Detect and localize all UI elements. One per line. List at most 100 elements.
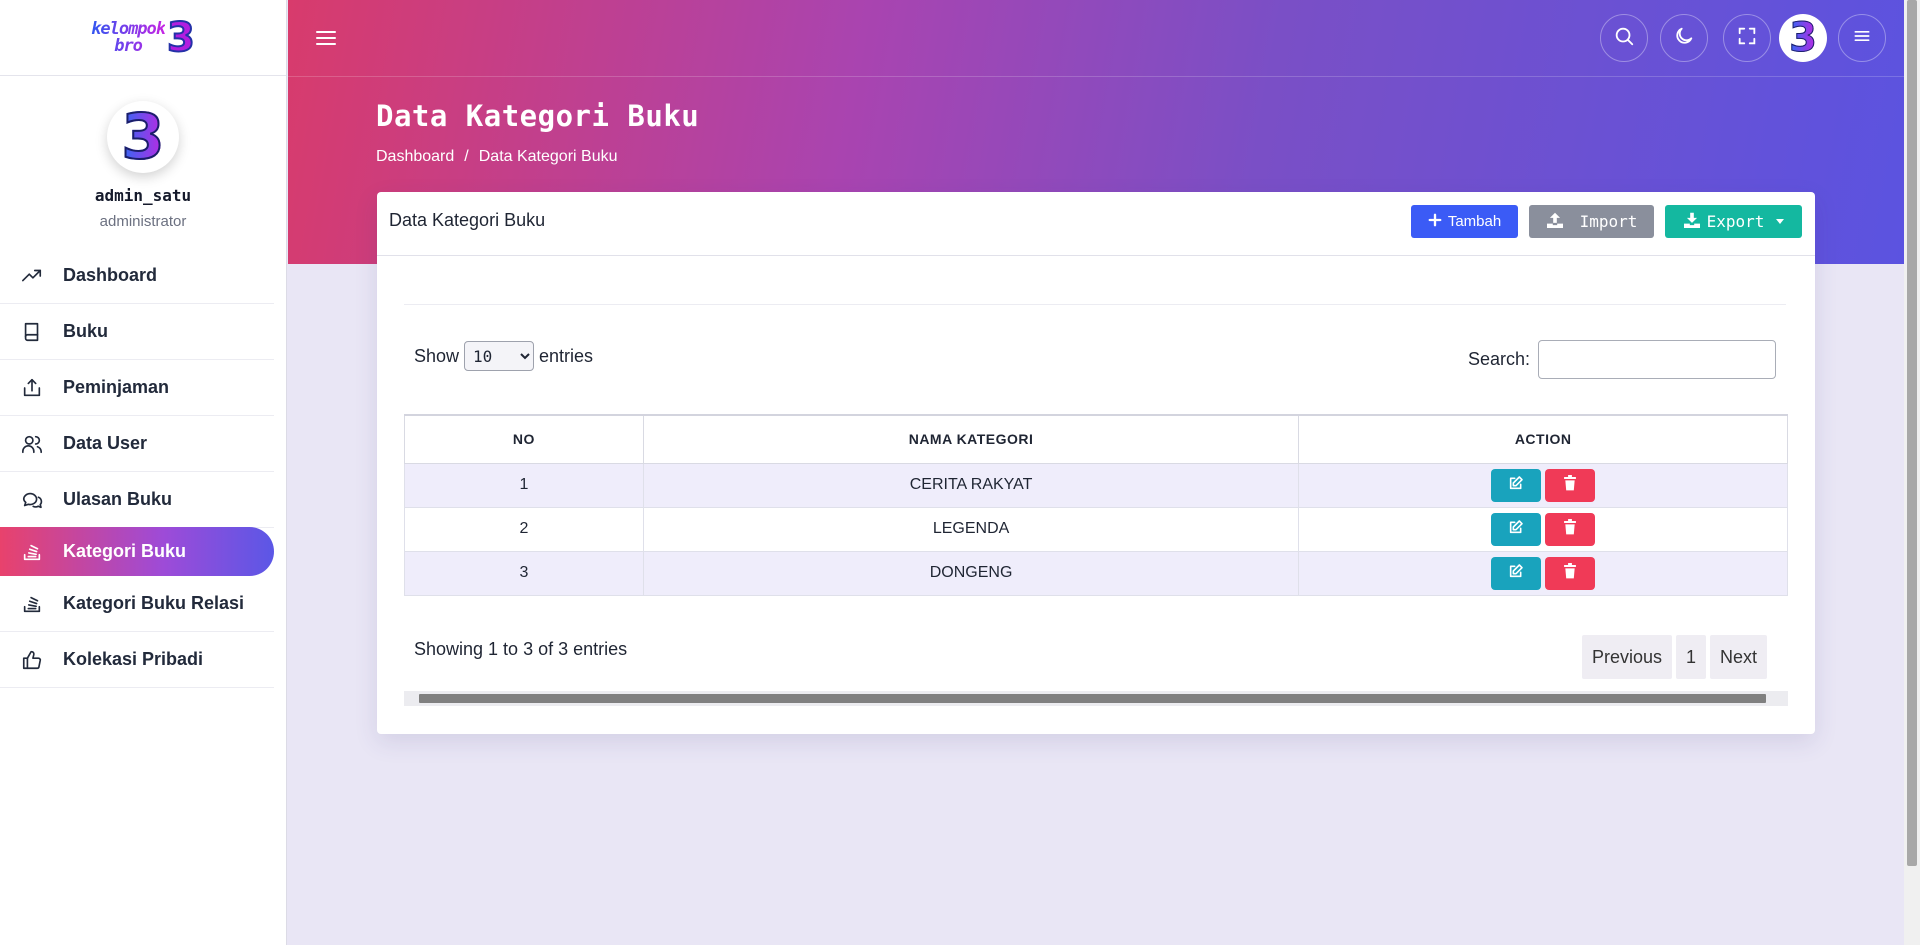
user-role: administrator xyxy=(99,213,187,230)
username: admin_satu xyxy=(94,186,192,205)
pagination: Previous 1 Next xyxy=(1582,635,1768,679)
show-label: Show xyxy=(414,345,460,366)
trash-icon xyxy=(1563,562,1577,584)
delete-button[interactable] xyxy=(1545,468,1596,502)
upload-icon xyxy=(20,376,44,400)
dark-mode-toggle[interactable] xyxy=(1660,14,1708,62)
plus-icon xyxy=(1428,213,1442,231)
export-button-label: Export xyxy=(1706,212,1765,231)
sidebar-item-buku[interactable]: Buku xyxy=(0,304,274,360)
avatar-glyph: 3 xyxy=(120,100,165,173)
card-title: Data Kategori Buku xyxy=(389,210,546,230)
trash-icon xyxy=(1563,474,1577,496)
import-button-label: Import xyxy=(1579,212,1638,231)
sidebar-item-kategori-buku-relasi[interactable]: Kategori Buku Relasi xyxy=(0,576,274,632)
edit-icon xyxy=(1508,519,1524,540)
sidebar: kelompok bro 3 3 admin_satu administrato… xyxy=(0,0,287,945)
avatar[interactable]: 3 xyxy=(107,101,179,173)
column-header-action: ACTION xyxy=(1298,414,1788,464)
divider xyxy=(404,304,1786,305)
more-menu-icon xyxy=(1852,26,1872,51)
brand-logo[interactable]: kelompok bro 3 xyxy=(0,0,286,76)
breadcrumb-home-link[interactable]: Dashboard xyxy=(376,148,454,166)
table-header-row: NO NAMA KATEGORI ACTION xyxy=(404,414,1788,464)
column-header-no[interactable]: NO xyxy=(404,414,644,464)
add-button-label: Tambah xyxy=(1447,213,1502,230)
users-icon xyxy=(20,432,44,456)
cell-action xyxy=(1298,462,1788,508)
table-info: Showing 1 to 3 of 3 entries xyxy=(414,639,628,659)
sidebar-item-label: Peminjaman xyxy=(63,377,170,397)
search-label: Search: xyxy=(1468,349,1531,369)
pagination-next[interactable]: Next xyxy=(1710,635,1768,679)
upload-icon xyxy=(1546,212,1564,232)
sidebar-item-dashboard[interactable]: Dashboard xyxy=(0,248,274,304)
user-avatar[interactable]: 3 xyxy=(1779,14,1827,62)
add-button[interactable]: Tambah xyxy=(1411,205,1518,238)
fullscreen-icon xyxy=(1736,25,1758,52)
thumbs-up-icon xyxy=(20,648,44,672)
sidebar-item-data-user[interactable]: Data User xyxy=(0,416,274,472)
edit-button[interactable] xyxy=(1491,556,1542,590)
cell-no: 1 xyxy=(404,462,644,508)
page-scrollbar[interactable] xyxy=(1904,0,1920,945)
trending-up-icon xyxy=(20,264,44,288)
logo-text-line2: bro xyxy=(114,35,142,56)
cell-nama-kategori: CERITA RAKYAT xyxy=(642,462,1300,508)
cell-no: 3 xyxy=(404,550,644,596)
page-length-select[interactable]: 10 xyxy=(464,341,535,371)
scrollbar-thumb[interactable] xyxy=(1907,0,1917,866)
sidebar-item-label: Kolekasi Pribadi xyxy=(63,649,204,669)
topbar: 3 xyxy=(288,0,1904,77)
cell-action xyxy=(1298,550,1788,596)
stack-icon xyxy=(20,592,44,616)
table-row: 2 LEGENDA xyxy=(404,506,1788,552)
column-header-nama-kategori[interactable]: NAMA KATEGORI xyxy=(642,414,1300,464)
import-button[interactable]: Import xyxy=(1529,205,1654,238)
cell-nama-kategori: LEGENDA xyxy=(642,506,1300,552)
breadcrumb-current: Data Kategori Buku xyxy=(478,148,618,165)
download-icon xyxy=(1683,212,1701,232)
search-button[interactable] xyxy=(1600,14,1648,62)
cell-action xyxy=(1298,506,1788,552)
breadcrumb: Dashboard / Data Kategori Buku xyxy=(376,148,617,166)
chevron-down-icon xyxy=(1776,219,1785,224)
delete-button[interactable] xyxy=(1545,556,1596,590)
more-menu-button[interactable] xyxy=(1838,14,1886,62)
sidebar-item-peminjaman[interactable]: Peminjaman xyxy=(0,360,274,416)
entries-label: entries xyxy=(539,345,594,366)
logo-number: 3 xyxy=(166,14,196,61)
edit-button[interactable] xyxy=(1491,512,1542,546)
page-length-control: Show 10 entries xyxy=(414,341,593,371)
sidebar-item-kolekasi-pribadi[interactable]: Kolekasi Pribadi xyxy=(0,632,274,688)
search-input[interactable] xyxy=(1538,340,1777,379)
cell-nama-kategori: DONGENG xyxy=(642,550,1300,596)
sidebar-item-ulasan-buku[interactable]: Ulasan Buku xyxy=(0,472,274,528)
sidebar-item-label: Kategori Buku Relasi xyxy=(63,593,245,613)
export-dropdown-button[interactable]: Export xyxy=(1665,205,1802,238)
edit-button[interactable] xyxy=(1491,468,1542,502)
sidebar-item-label: Kategori Buku xyxy=(63,541,187,561)
menu-icon[interactable] xyxy=(314,26,338,50)
sidebar-item-label: Dashboard xyxy=(63,265,158,285)
category-table: NO NAMA KATEGORI ACTION 1 CERITA RAKYAT xyxy=(404,414,1788,596)
scrollbar-thumb[interactable] xyxy=(419,694,1766,703)
book-icon xyxy=(20,320,44,344)
pagination-previous[interactable]: Previous xyxy=(1582,635,1673,679)
cell-no: 2 xyxy=(404,506,644,552)
moon-icon xyxy=(1673,25,1695,52)
logo-text-line1: kelompok xyxy=(91,18,166,39)
trash-icon xyxy=(1563,518,1577,540)
edit-icon xyxy=(1508,475,1524,496)
delete-button[interactable] xyxy=(1545,512,1596,546)
fullscreen-button[interactable] xyxy=(1723,14,1771,62)
logo: kelompok bro 3 xyxy=(91,14,196,61)
sidebar-item-label: Ulasan Buku xyxy=(63,489,173,509)
table-row: 1 CERITA RAKYAT xyxy=(404,462,1788,508)
sidebar-item-kategori-buku[interactable]: Kategori Buku xyxy=(0,527,274,576)
edit-icon xyxy=(1508,563,1524,584)
table-row: 3 DONGENG xyxy=(404,550,1788,596)
horizontal-scrollbar[interactable] xyxy=(404,691,1788,706)
pagination-page[interactable]: 1 xyxy=(1676,635,1707,679)
card-header: Data Kategori Buku Tambah Import Export xyxy=(377,192,1815,256)
